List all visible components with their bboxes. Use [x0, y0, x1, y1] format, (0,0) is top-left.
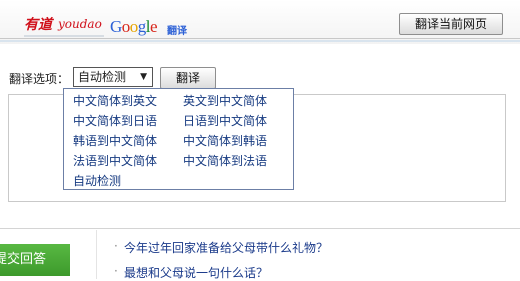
google-logo: Google — [110, 17, 158, 36]
google-logo-letter: o — [129, 17, 139, 36]
bullet-icon: · — [114, 264, 118, 278]
top-bar-accent-line — [0, 40, 520, 42]
google-logo-letter: e — [150, 17, 158, 36]
translate-options-label: 翻译选项： — [9, 72, 70, 86]
dropdown-option[interactable]: 英文到中文简体 — [183, 92, 267, 109]
youdao-logo-cn: 有道 — [24, 17, 52, 33]
dropdown-option[interactable]: 韩语到中文简体 — [73, 132, 157, 149]
column-divider — [96, 230, 97, 279]
dropdown-option[interactable]: 中文简体到英文 — [73, 92, 157, 109]
language-select-value: 自动检测 — [78, 70, 127, 84]
dropdown-arrow-icon: ▼ — [140, 72, 147, 82]
dropdown-option[interactable]: 中文简体到日语 — [73, 112, 157, 129]
question-link[interactable]: · 最想和父母说一句什么话？ — [114, 264, 269, 281]
language-dropdown-menu: 中文简体到英文 英文到中文简体 中文简体到日语 日语到中文简体 韩语到中文简体 … — [63, 88, 294, 190]
question-text: 最想和父母说一句什么话？ — [124, 266, 269, 280]
dropdown-option[interactable]: 中文简体到法语 — [183, 152, 267, 169]
top-bar-divider — [0, 38, 520, 39]
dropdown-option[interactable]: 日语到中文简体 — [183, 112, 267, 129]
dropdown-option[interactable]: 中文简体到韩语 — [183, 132, 267, 149]
question-text: 今年过年回家准备给父母带什么礼物？ — [124, 241, 329, 255]
google-logo-letter: g — [137, 17, 147, 36]
google-logo-letter: o — [121, 17, 131, 36]
dropdown-option[interactable]: 自动检测 — [73, 172, 121, 189]
section-divider — [0, 228, 520, 229]
youdao-logo: 有道 youdao — [24, 17, 104, 37]
google-logo-letter: G — [110, 17, 122, 36]
language-select[interactable]: 自动检测 ▼ — [73, 67, 153, 87]
google-translate-label: 翻译 — [167, 26, 187, 37]
bullet-icon: · — [114, 239, 118, 253]
youdao-logo-en: youdao — [58, 17, 102, 31]
question-link[interactable]: · 今年过年回家准备给父母带什么礼物？ — [114, 239, 329, 256]
translate-button[interactable]: 翻译 — [160, 67, 216, 89]
submit-answer-button[interactable]: 提交回答 — [0, 244, 70, 276]
dropdown-option[interactable]: 法语到中文简体 — [73, 152, 157, 169]
translate-page-button[interactable]: 翻译当前网页 — [399, 13, 503, 35]
